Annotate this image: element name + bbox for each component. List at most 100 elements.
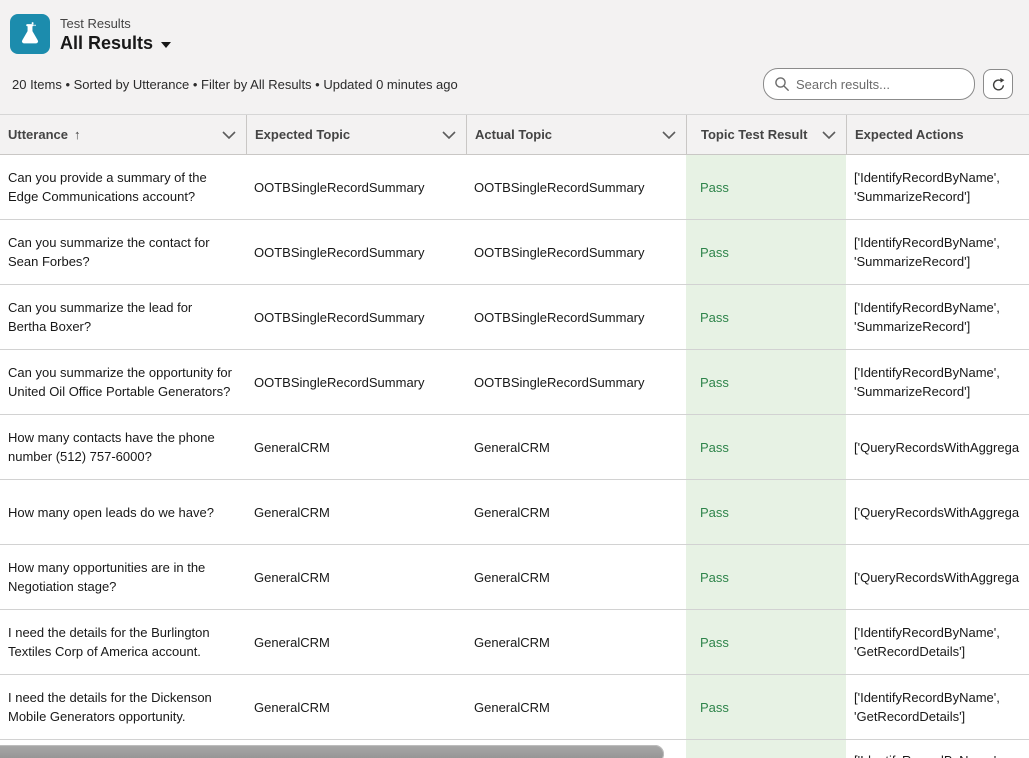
cell-topic-test-result <box>686 740 846 758</box>
cell-expected-actions: ['IdentifyRecordByName', 'SummarizeRecor… <box>846 285 1029 349</box>
pass-badge: Pass <box>700 373 729 392</box>
column-header-utterance[interactable]: Utterance ↑ <box>0 115 246 154</box>
cell-expected-actions: ['IdentifyRecordByName', 'SummarizeRecor… <box>846 350 1029 414</box>
cell-topic-test-result: Pass <box>686 415 846 479</box>
cell-expected-actions: ['IdentifyRecordByName', 'SummarizeRecor… <box>846 155 1029 219</box>
chevron-down-icon[interactable] <box>442 131 456 139</box>
table-row[interactable]: Can you summarize the opportunity for Un… <box>0 350 1029 415</box>
cell-utterance: How many contacts have the phone number … <box>0 415 246 479</box>
cell-topic-test-result: Pass <box>686 220 846 284</box>
cell-expected-topic: OOTBSingleRecordSummary <box>246 155 466 219</box>
test-results-list-view: Test Results All Results 20 Items • Sort… <box>0 0 1029 758</box>
cell-expected-topic: GeneralCRM <box>246 415 466 479</box>
table-row[interactable]: How many open leads do we have? GeneralC… <box>0 480 1029 545</box>
list-view-selector[interactable]: All Results <box>60 32 171 54</box>
pass-badge: Pass <box>700 503 729 522</box>
cell-utterance: How many open leads do we have? <box>0 480 246 544</box>
cell-expected-actions: ['QueryRecordsWithAggrega <box>846 480 1029 544</box>
cell-expected-topic: OOTBSingleRecordSummary <box>246 350 466 414</box>
cell-actual-topic: GeneralCRM <box>466 545 686 609</box>
page-header: Test Results All Results <box>0 0 1029 54</box>
cell-expected-topic: OOTBSingleRecordSummary <box>246 220 466 284</box>
pass-badge: Pass <box>700 438 729 457</box>
table-row[interactable]: How many contacts have the phone number … <box>0 415 1029 480</box>
refresh-button[interactable] <box>983 69 1013 99</box>
cell-expected-topic: GeneralCRM <box>246 610 466 674</box>
search-box <box>763 68 975 100</box>
column-label: Actual Topic <box>475 127 552 142</box>
cell-utterance: I need the details for the Dickenson Mob… <box>0 675 246 739</box>
cell-expected-actions: ['IdentifyRecordByName', 'GetRecordDetai… <box>846 675 1029 739</box>
column-label: Expected Actions <box>855 127 964 142</box>
pass-badge: Pass <box>700 178 729 197</box>
cell-utterance: Can you summarize the contact for Sean F… <box>0 220 246 284</box>
cell-actual-topic: GeneralCRM <box>466 415 686 479</box>
horizontal-scrollbar-thumb[interactable] <box>0 745 664 758</box>
cell-actual-topic: OOTBSingleRecordSummary <box>466 285 686 349</box>
cell-topic-test-result: Pass <box>686 155 846 219</box>
cell-expected-topic: GeneralCRM <box>246 545 466 609</box>
page-header-band: Test Results All Results 20 Items • Sort… <box>0 0 1029 114</box>
cell-expected-topic: OOTBSingleRecordSummary <box>246 285 466 349</box>
cell-actual-topic: GeneralCRM <box>466 610 686 674</box>
pass-badge: Pass <box>700 308 729 327</box>
cell-topic-test-result: Pass <box>686 350 846 414</box>
table-header-row: Utterance ↑ Expected Topic Actual Topic <box>0 115 1029 155</box>
column-label: Expected Topic <box>255 127 350 142</box>
flask-icon-glyph <box>17 21 43 47</box>
column-header-actual-topic[interactable]: Actual Topic <box>466 115 686 154</box>
cell-actual-topic: OOTBSingleRecordSummary <box>466 155 686 219</box>
cell-utterance: Can you summarize the opportunity for Un… <box>0 350 246 414</box>
column-header-expected-actions[interactable]: Expected Actions <box>846 115 1029 154</box>
results-table: Utterance ↑ Expected Topic Actual Topic <box>0 114 1029 758</box>
pass-badge: Pass <box>700 568 729 587</box>
flask-icon <box>10 14 50 54</box>
cell-expected-actions: ['IdentifyRecordByName', <box>846 740 1029 758</box>
table-row[interactable]: I need the details for the Burlington Te… <box>0 610 1029 675</box>
cell-utterance: I need the details for the Burlington Te… <box>0 610 246 674</box>
pass-badge: Pass <box>700 633 729 652</box>
list-toolbar: 20 Items • Sorted by Utterance • Filter … <box>0 54 1029 114</box>
title-block: Test Results All Results <box>60 14 171 54</box>
search-input[interactable] <box>763 68 975 100</box>
cell-actual-topic: GeneralCRM <box>466 480 686 544</box>
table-row[interactable]: Can you summarize the lead for Bertha Bo… <box>0 285 1029 350</box>
table-row[interactable]: Can you summarize the contact for Sean F… <box>0 220 1029 285</box>
cell-topic-test-result: Pass <box>686 285 846 349</box>
cell-expected-actions: ['QueryRecordsWithAggrega <box>846 415 1029 479</box>
cell-expected-topic: GeneralCRM <box>246 480 466 544</box>
table-row[interactable]: I need the details for the Dickenson Mob… <box>0 675 1029 740</box>
table-row[interactable]: How many opportunities are in the Negoti… <box>0 545 1029 610</box>
chevron-down-icon[interactable] <box>822 131 836 139</box>
cell-actual-topic: OOTBSingleRecordSummary <box>466 350 686 414</box>
pass-badge: Pass <box>700 698 729 717</box>
cell-topic-test-result: Pass <box>686 610 846 674</box>
column-header-expected-topic[interactable]: Expected Topic <box>246 115 466 154</box>
cell-expected-actions: ['IdentifyRecordByName', 'SummarizeRecor… <box>846 220 1029 284</box>
cell-utterance: Can you provide a summary of the Edge Co… <box>0 155 246 219</box>
column-label: Utterance <box>8 127 68 142</box>
toolbar-actions <box>763 68 1013 100</box>
list-summary: 20 Items • Sorted by Utterance • Filter … <box>12 77 458 92</box>
cell-topic-test-result: Pass <box>686 480 846 544</box>
column-label: Topic Test Result <box>701 127 807 142</box>
cell-expected-actions: ['IdentifyRecordByName', 'GetRecordDetai… <box>846 610 1029 674</box>
cell-expected-actions: ['QueryRecordsWithAggrega <box>846 545 1029 609</box>
cell-actual-topic: OOTBSingleRecordSummary <box>466 220 686 284</box>
caret-down-icon <box>161 42 171 48</box>
view-label: All Results <box>60 32 153 54</box>
cell-expected-topic: GeneralCRM <box>246 675 466 739</box>
cell-utterance: How many opportunities are in the Negoti… <box>0 545 246 609</box>
table-row[interactable]: Can you provide a summary of the Edge Co… <box>0 155 1029 220</box>
chevron-down-icon[interactable] <box>222 131 236 139</box>
cell-utterance: Can you summarize the lead for Bertha Bo… <box>0 285 246 349</box>
search-icon <box>774 76 790 92</box>
refresh-icon <box>991 77 1006 92</box>
cell-actual-topic: GeneralCRM <box>466 675 686 739</box>
cell-topic-test-result: Pass <box>686 675 846 739</box>
column-header-topic-test-result[interactable]: Topic Test Result <box>686 115 846 154</box>
cell-topic-test-result: Pass <box>686 545 846 609</box>
pass-badge: Pass <box>700 243 729 262</box>
entity-label: Test Results <box>60 15 171 32</box>
chevron-down-icon[interactable] <box>662 131 676 139</box>
